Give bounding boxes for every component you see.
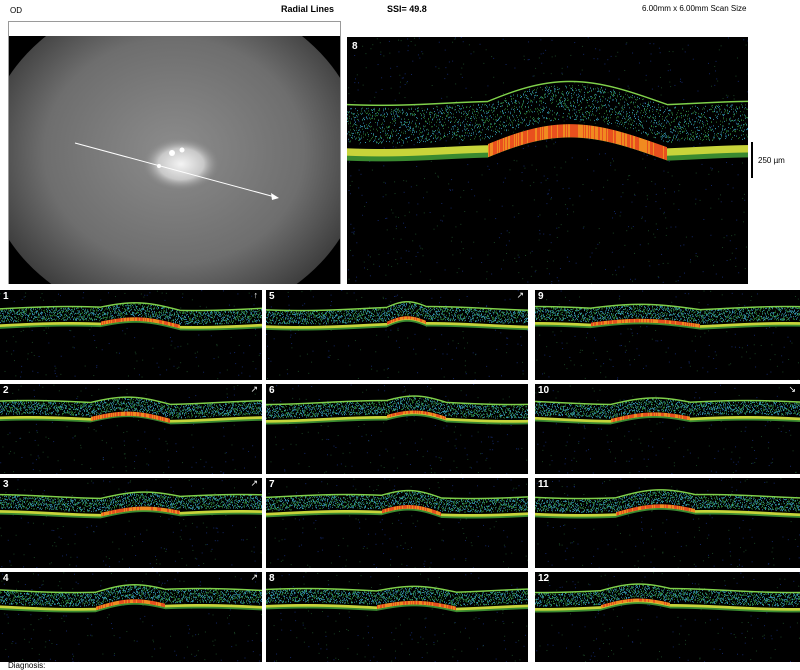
oct-bscan-thumb-image [0,290,262,380]
oct-bscan-thumb-image [266,290,528,380]
radial-scan-thumbnail[interactable]: 2↗ [0,384,262,474]
diagnosis-label: Diagnosis: [8,661,45,670]
radial-scan-thumbnail[interactable]: 7 [266,478,528,568]
signal-strength-index: SSI= 49.8 [387,4,427,14]
scan-size-label: 6.00mm x 6.00mm Scan Size [642,4,746,13]
scan-number: 11 [538,479,549,490]
oct-bscan-thumb-image [266,478,528,568]
radial-scan-thumbnail[interactable]: 12 [535,572,800,662]
oct-bscan-main[interactable]: 8 [347,37,748,284]
oct-bscan-thumb-image [0,572,262,662]
oct-bscan-thumb-image [535,572,800,662]
scan-direction-arrow-icon: ↑ [254,290,259,300]
scan-number: 8 [269,573,275,584]
oct-bscan-thumb-image [535,384,800,474]
scan-number: 3 [3,479,9,490]
scan-direction-arrow-icon: ↘ [788,384,796,394]
radial-scan-thumbnail[interactable]: 5↗ [266,290,528,380]
eye-label: OD [10,6,22,15]
scale-bar [751,142,753,178]
scan-number: 4 [3,573,9,584]
radial-scan-thumbnail[interactable]: 3↗ [0,478,262,568]
radial-scan-thumbnail[interactable]: 8 [266,572,528,662]
scan-direction-arrow-icon: ↗ [250,384,258,394]
scan-number: 2 [3,385,9,396]
oct-bscan-thumb-image [266,384,528,474]
radial-scan-thumbnail[interactable]: 4↗ [0,572,262,662]
radial-scan-thumbnail[interactable]: 6 [266,384,528,474]
radial-scan-thumbnail[interactable]: 9 [535,290,800,380]
oct-bscan-thumb-image [535,478,800,568]
scan-number: 10 [538,385,549,396]
fundus-image[interactable] [9,36,340,284]
main-scan-number: 8 [352,41,358,52]
scan-direction-arrow-icon: ↗ [516,290,524,300]
oct-bscan-thumb-image [535,290,800,380]
oct-bscan-thumb-image [0,384,262,474]
protocol-title: Radial Lines [281,4,334,14]
radial-scan-thumbnail[interactable]: 10 ↘ [535,384,800,474]
radial-scan-thumbnail[interactable]: 11 [535,478,800,568]
scan-number: 9 [538,291,544,302]
scan-direction-arrow-icon: ↗ [250,572,258,582]
scan-number: 12 [538,573,549,584]
radial-scan-thumbnail[interactable]: 1↑ [0,290,262,380]
oct-bscan-image [347,37,748,284]
scale-bar-label: 250 µm [758,156,785,165]
scan-number: 1 [3,291,9,302]
oct-bscan-thumb-image [0,478,262,568]
scan-number: 7 [269,479,275,490]
oct-bscan-thumb-image [266,572,528,662]
scan-number: 5 [269,291,275,302]
scan-number: 6 [269,385,275,396]
scan-direction-arrow-icon: ↗ [250,478,258,488]
